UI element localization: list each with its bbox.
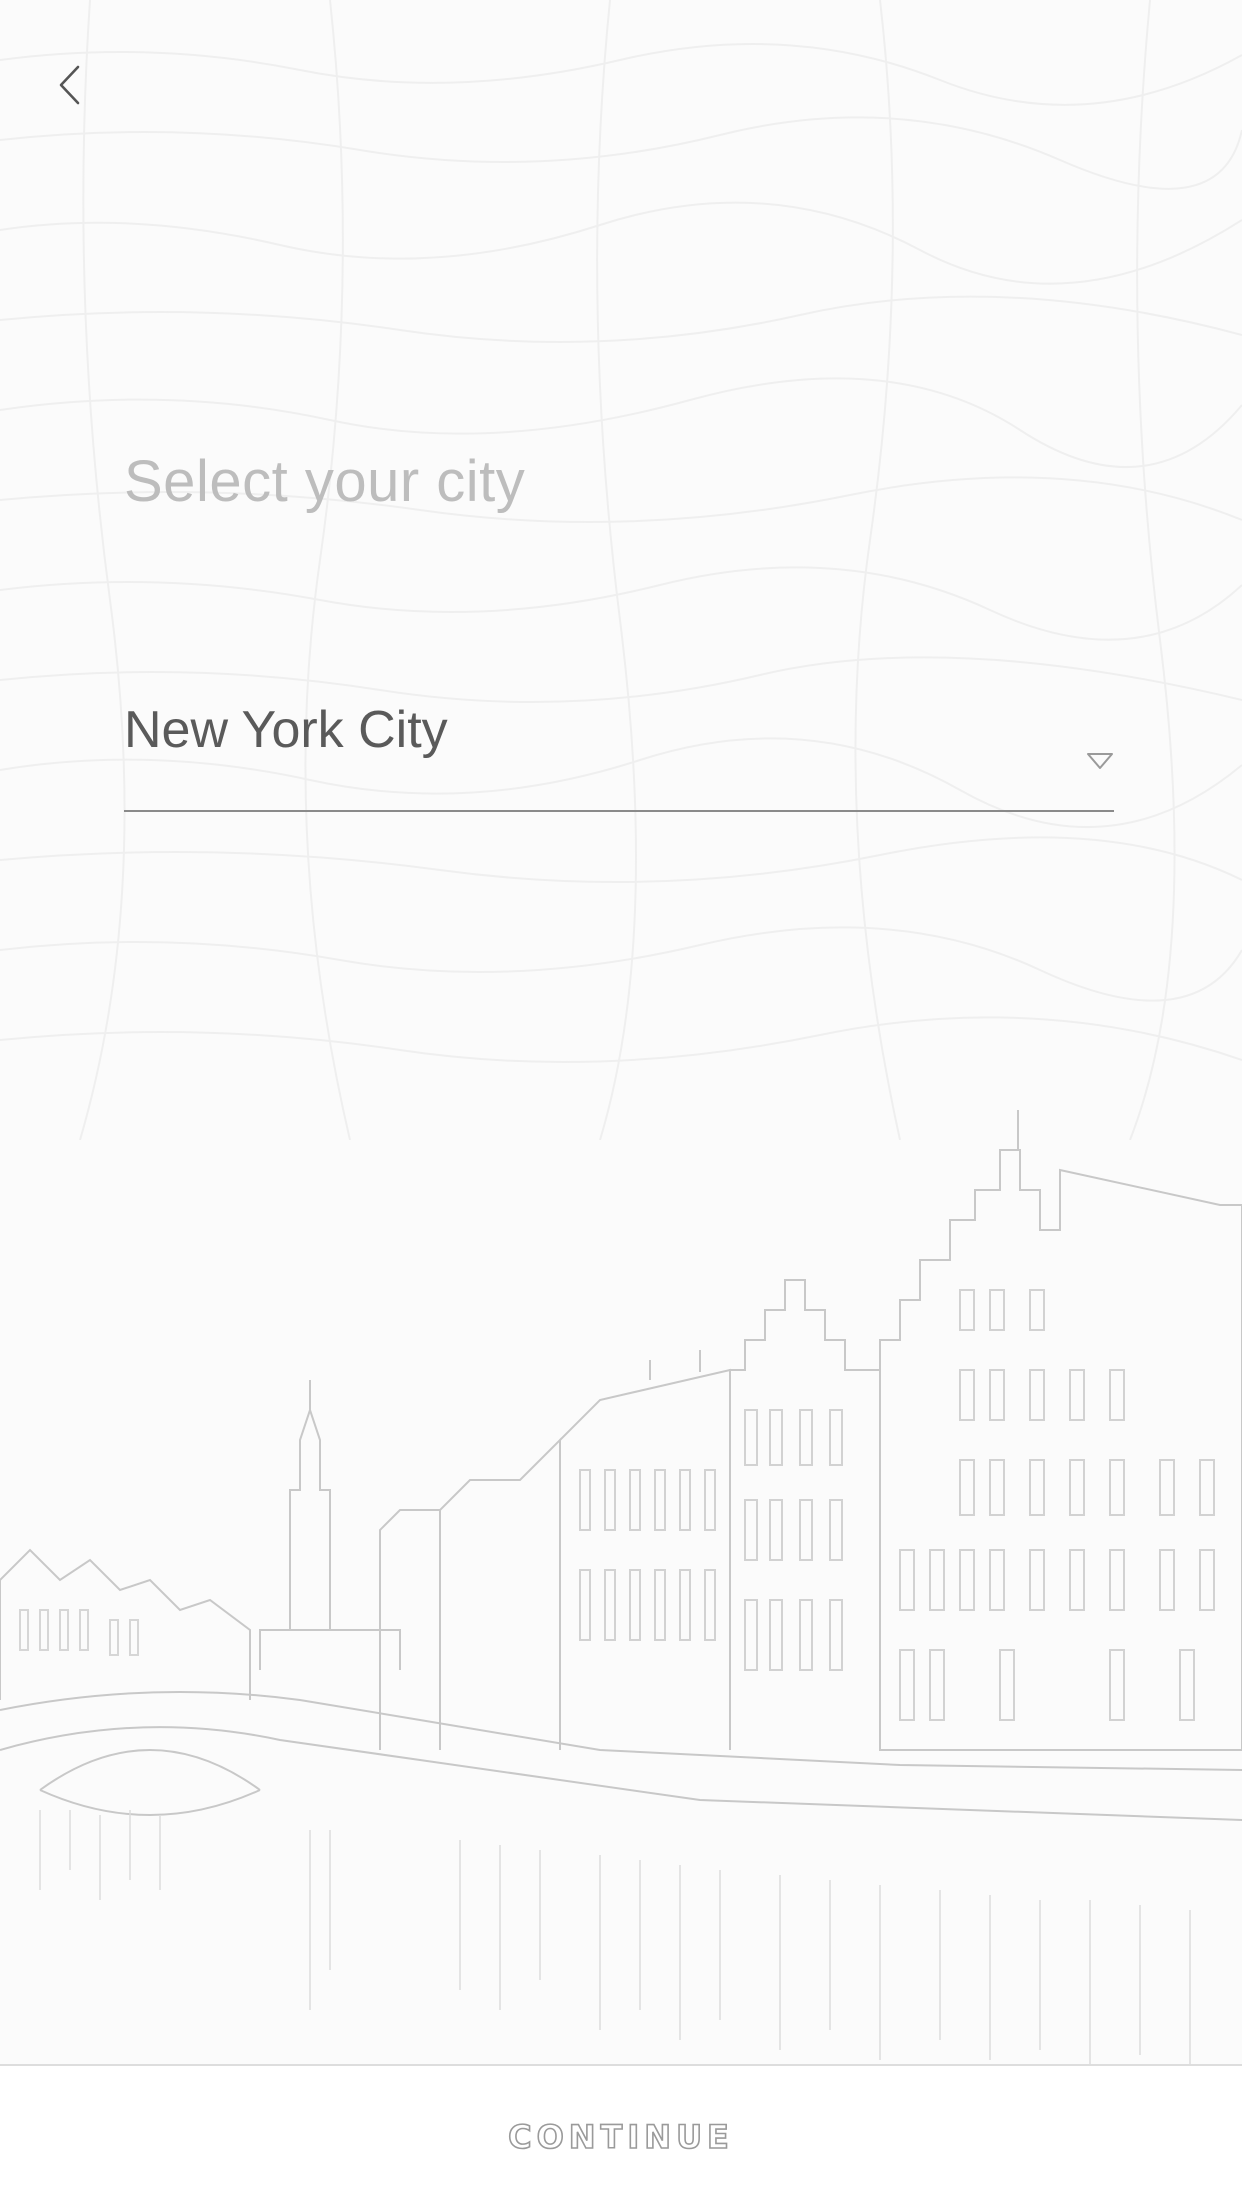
back-button[interactable] [40,55,100,115]
city-dropdown-value: New York City [124,701,448,759]
background-sketch-texture [0,0,1242,1140]
continue-button-label: CONTINUE [507,2117,734,2157]
continue-button[interactable]: CONTINUE [0,2066,1242,2208]
page-title: Select your city [124,449,526,514]
canal-city-illustration [0,1110,1242,2065]
chevron-left-icon [59,65,80,105]
city-selection-screen: Select your city New York City CONTINUE [0,0,1242,2208]
triangle-down-icon [1087,753,1113,769]
city-dropdown[interactable]: New York City [124,680,1114,812]
